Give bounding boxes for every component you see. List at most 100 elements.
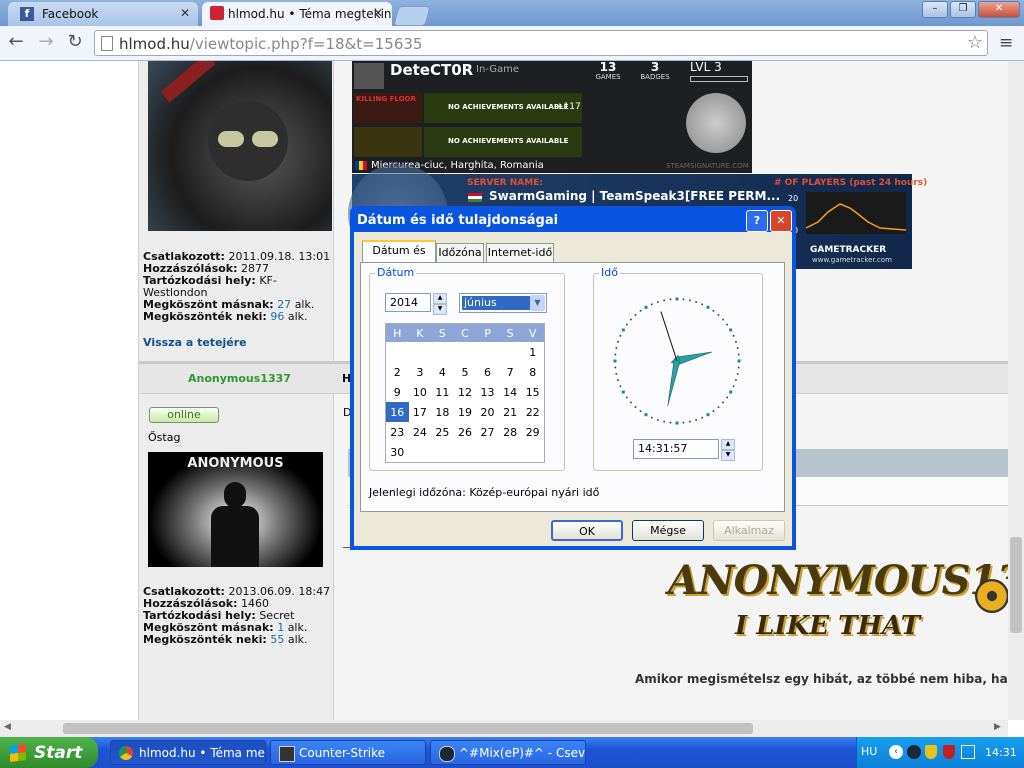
calendar-day[interactable]: 14 [499,382,522,402]
clock-minute-mark [626,323,628,326]
help-button[interactable]: ? [746,210,768,232]
thanks-value[interactable]: 55 [270,633,284,646]
clock-minute-mark [722,318,724,321]
bookmark-star-icon[interactable]: ☆ [967,32,983,53]
taskbar-item-counter-strike[interactable]: Counter-Strike [270,740,426,765]
tab-close-icon[interactable]: ✕ [373,6,383,20]
vertical-scrollbar[interactable] [1008,61,1024,720]
taskbar-item-chrome[interactable]: hlmod.hu • Téma megt... [110,740,266,765]
calendar-day[interactable]: 2 [386,362,409,382]
calendar-day[interactable]: 8 [521,362,544,382]
new-tab-button[interactable] [393,6,431,26]
date-group-label: Dátum [375,266,417,279]
spin-down-icon[interactable]: ▼ [433,304,447,315]
back-to-top-link[interactable]: Vissza a tetejére [143,336,247,349]
reload-icon[interactable]: ↻ [63,31,87,52]
shield-icon[interactable] [925,745,937,759]
tab-date-time[interactable]: Dátum és idő [362,240,436,275]
network-icon[interactable] [961,745,975,759]
tab-timezone[interactable]: Időzóna [436,243,484,262]
weekday-header: HKSCPSV [385,323,545,342]
forward-arrow-icon[interactable]: → [34,31,58,52]
post2-author[interactable]: Anonymous1337 [188,372,291,385]
year-field[interactable]: 2014 [385,293,431,312]
calendar-day[interactable]: 23 [386,422,409,442]
players-graph-line [806,203,906,231]
tab-internet-time[interactable]: Internet-idő [486,243,554,262]
calendar-day[interactable]: 18 [431,402,454,422]
thanks-value[interactable]: 96 [270,310,284,323]
calendar-day[interactable]: 12 [454,382,477,402]
clock-minute-mark [615,347,618,349]
avatar-text: ANONYMOUS [187,456,284,471]
calendar-day[interactable]: 4 [431,362,454,382]
steam-status: In-Game [476,64,520,75]
start-button[interactable]: Start [0,737,98,768]
calendar-day[interactable]: 1 [521,342,544,362]
steam-tray-icon[interactable] [907,745,921,759]
spin-up-icon[interactable]: ▲ [433,293,447,304]
calendar-day[interactable]: 20 [476,402,499,422]
calendar-day[interactable]: 30 [386,442,409,463]
taskbar-item-steam-chat[interactable]: ^#Mix(eP)#^ - Csev... [430,740,586,765]
calendar-day[interactable]: 29 [521,422,544,442]
language-indicator[interactable]: HU [861,745,877,758]
tab-facebook[interactable]: f Facebook [8,2,198,26]
calendar-day[interactable]: 17 [409,402,432,422]
calendar-day [499,342,522,362]
calendar-day[interactable]: 25 [431,422,454,442]
calendar-grid[interactable]: HKSCPSV 1 2 3 4 5 6 7 8 9 10 11 12 13 14 15 16 17 18 19 20 2… [385,323,545,463]
calendar-day[interactable]: 15 [521,382,544,402]
calendar-day[interactable]: 6 [476,362,499,382]
time-spinner[interactable]: ▲ ▼ [721,439,735,461]
ok-button[interactable]: OK [551,520,623,541]
chevron-down-icon[interactable]: ▼ [530,295,545,311]
calendar-day[interactable]: 19 [454,402,477,422]
horizontal-scrollbar[interactable]: ◀ ▶ [0,720,1008,737]
calendar-day[interactable]: 7 [499,362,522,382]
cancel-button[interactable]: Mégse [632,520,704,541]
calendar-day[interactable]: 28 [499,422,522,442]
clock-minute-mark [701,303,704,306]
calendar-day[interactable]: 10 [409,382,432,402]
calendar-day[interactable]: 26 [454,422,477,442]
calendar-day[interactable]: 5 [454,362,477,382]
calendar-day[interactable]: 22 [521,402,544,422]
month-select[interactable]: június ▼ [459,293,547,313]
calendar-day[interactable]: 24 [409,422,432,442]
calendar-day[interactable]: 9 [386,382,409,402]
time-field[interactable]: 14:31:57 [633,439,719,459]
apply-button[interactable]: Alkalmaz [713,520,785,541]
back-arrow-icon[interactable]: ← [4,31,28,52]
steam-signature[interactable]: DeteCT0R In-Game 13 GAMES 3 BADGES LVL 3… [352,61,752,173]
year-spinner[interactable]: ▲ ▼ [433,293,447,315]
badges-label: BADGES [640,73,670,81]
scroll-thumb[interactable] [1010,537,1022,633]
calendar-day[interactable]: 27 [476,422,499,442]
restore-button[interactable]: ❐ [950,1,976,18]
antivirus-icon[interactable] [943,745,955,759]
calendar-day[interactable]: 16 [385,402,409,422]
scroll-left-icon[interactable]: ◀ [4,722,11,732]
taskbar-item-label: ^#Mix(eP)#^ - Csev... [459,746,586,760]
tab-hlmod[interactable]: hlmod.hu • Téma megtekinté [202,2,392,26]
counter-strike-icon [279,746,295,762]
minimize-button[interactable]: – [922,1,948,18]
spin-down-icon[interactable]: ▼ [721,450,735,461]
clock-hour-mark [706,305,710,309]
scroll-thumb[interactable] [63,723,753,734]
steam-name: DeteCT0R [390,61,474,79]
calendar-day[interactable]: 11 [431,382,454,402]
spin-up-icon[interactable]: ▲ [721,439,735,450]
address-bar[interactable]: hlmod.hu/viewtopic.php?f=18&t=15635 ☆ [94,30,988,56]
calendar-day[interactable]: 13 [476,382,499,402]
tab-close-icon[interactable]: ✕ [180,6,190,20]
time-group-label: Idő [599,266,620,279]
tray-arrow-icon[interactable]: ‹ [889,745,903,759]
scroll-right-icon[interactable]: ▶ [994,722,1001,732]
calendar-day[interactable]: 21 [499,402,522,422]
calendar-day[interactable]: 3 [409,362,432,382]
dialog-close-button[interactable]: ✕ [770,210,792,232]
menu-icon[interactable]: ≡ [999,33,1013,53]
close-window-button[interactable]: ✕ [978,1,1020,18]
